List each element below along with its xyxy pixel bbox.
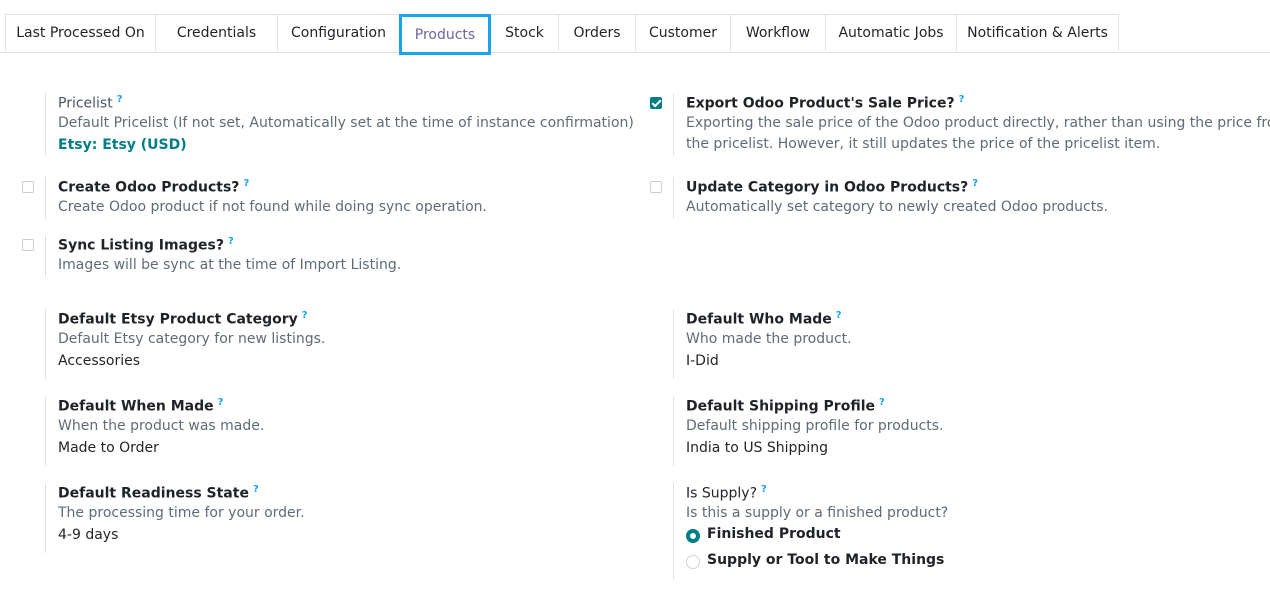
when-made-label: Default When Made? [58,397,224,415]
finished-product-label[interactable]: Finished Product [707,526,841,542]
shipping-profile-label: Default Shipping Profile? [686,397,885,415]
supply-tool-label[interactable]: Supply or Tool to Make Things [707,552,944,568]
help-icon[interactable]: ? [243,178,249,189]
help-icon[interactable]: ? [836,310,842,321]
help-icon[interactable]: ? [761,484,767,495]
field-divider [45,177,46,219]
tab-workflow[interactable]: Workflow [730,14,826,51]
field-divider [45,309,46,379]
field-divider [673,309,674,379]
update-category-checkbox[interactable] [650,181,662,193]
export-sale-price-description: Exporting the sale price of the Odoo pro… [686,115,1270,152]
who-made-value[interactable]: I-Did [686,353,719,369]
is-supply-label: Is Supply?? [686,484,767,502]
field-divider [45,483,46,553]
when-made-value[interactable]: Made to Order [58,440,159,456]
update-category-description: Automatically set category to newly crea… [686,199,1108,215]
shipping-profile-description: Default shipping profile for products. [686,418,944,434]
who-made-label: Default Who Made? [686,310,842,328]
pricelist-value[interactable]: Etsy: Etsy (USD) [58,137,187,153]
help-icon[interactable]: ? [972,178,978,189]
field-divider [45,235,46,277]
help-icon[interactable]: ? [117,94,123,105]
tab-automatic-jobs[interactable]: Automatic Jobs [825,14,957,51]
create-products-label: Create Odoo Products?? [58,178,250,196]
pricelist-label: Pricelist? [58,94,123,112]
help-icon[interactable]: ? [218,397,224,408]
export-sale-price-checkbox[interactable] [650,97,662,109]
supply-tool-radio[interactable] [686,555,700,569]
help-icon[interactable]: ? [879,397,885,408]
create-products-description: Create Odoo product if not found while d… [58,199,487,215]
tab-orders[interactable]: Orders [558,14,636,51]
field-divider [45,396,46,466]
readiness-state-label: Default Readiness State? [58,484,259,502]
finished-product-radio[interactable] [686,529,700,543]
tab-credentials[interactable]: Credentials [155,14,278,51]
etsy-category-value[interactable]: Accessories [58,353,140,369]
tab-configuration[interactable]: Configuration [277,14,400,51]
tab-products[interactable]: Products [399,14,491,55]
help-icon[interactable]: ? [253,484,259,495]
pricelist-description: Default Pricelist (If not set, Automatic… [58,115,634,131]
tab-bar: Last Processed On Credentials Configurat… [5,14,1119,55]
etsy-category-label: Default Etsy Product Category? [58,310,308,328]
tab-last-processed-on[interactable]: Last Processed On [5,14,156,51]
field-divider [673,396,674,466]
tab-notification-alerts[interactable]: Notification & Alerts [956,14,1119,51]
tab-stock[interactable]: Stock [490,14,559,51]
field-divider [673,483,674,580]
when-made-description: When the product was made. [58,418,265,434]
etsy-category-description: Default Etsy category for new listings. [58,331,326,347]
sync-images-description: Images will be sync at the time of Impor… [58,257,402,273]
who-made-description: Who made the product. [686,331,852,347]
update-category-label: Update Category in Odoo Products?? [686,178,979,196]
help-icon[interactable]: ? [302,310,308,321]
field-divider [673,93,674,156]
field-divider [45,93,46,156]
help-icon[interactable]: ? [959,94,965,105]
sync-images-checkbox[interactable] [22,239,34,251]
help-icon[interactable]: ? [228,236,234,247]
field-divider [673,177,674,219]
export-sale-price-label: Export Odoo Product's Sale Price?? [686,94,965,112]
create-products-checkbox[interactable] [22,181,34,193]
is-supply-description: Is this a supply or a finished product? [686,505,949,521]
readiness-state-value[interactable]: 4-9 days [58,527,118,543]
readiness-state-description: The processing time for your order. [58,505,305,521]
shipping-profile-value[interactable]: India to US Shipping [686,440,828,456]
sync-images-label: Sync Listing Images?? [58,236,234,254]
tab-customer[interactable]: Customer [635,14,731,51]
